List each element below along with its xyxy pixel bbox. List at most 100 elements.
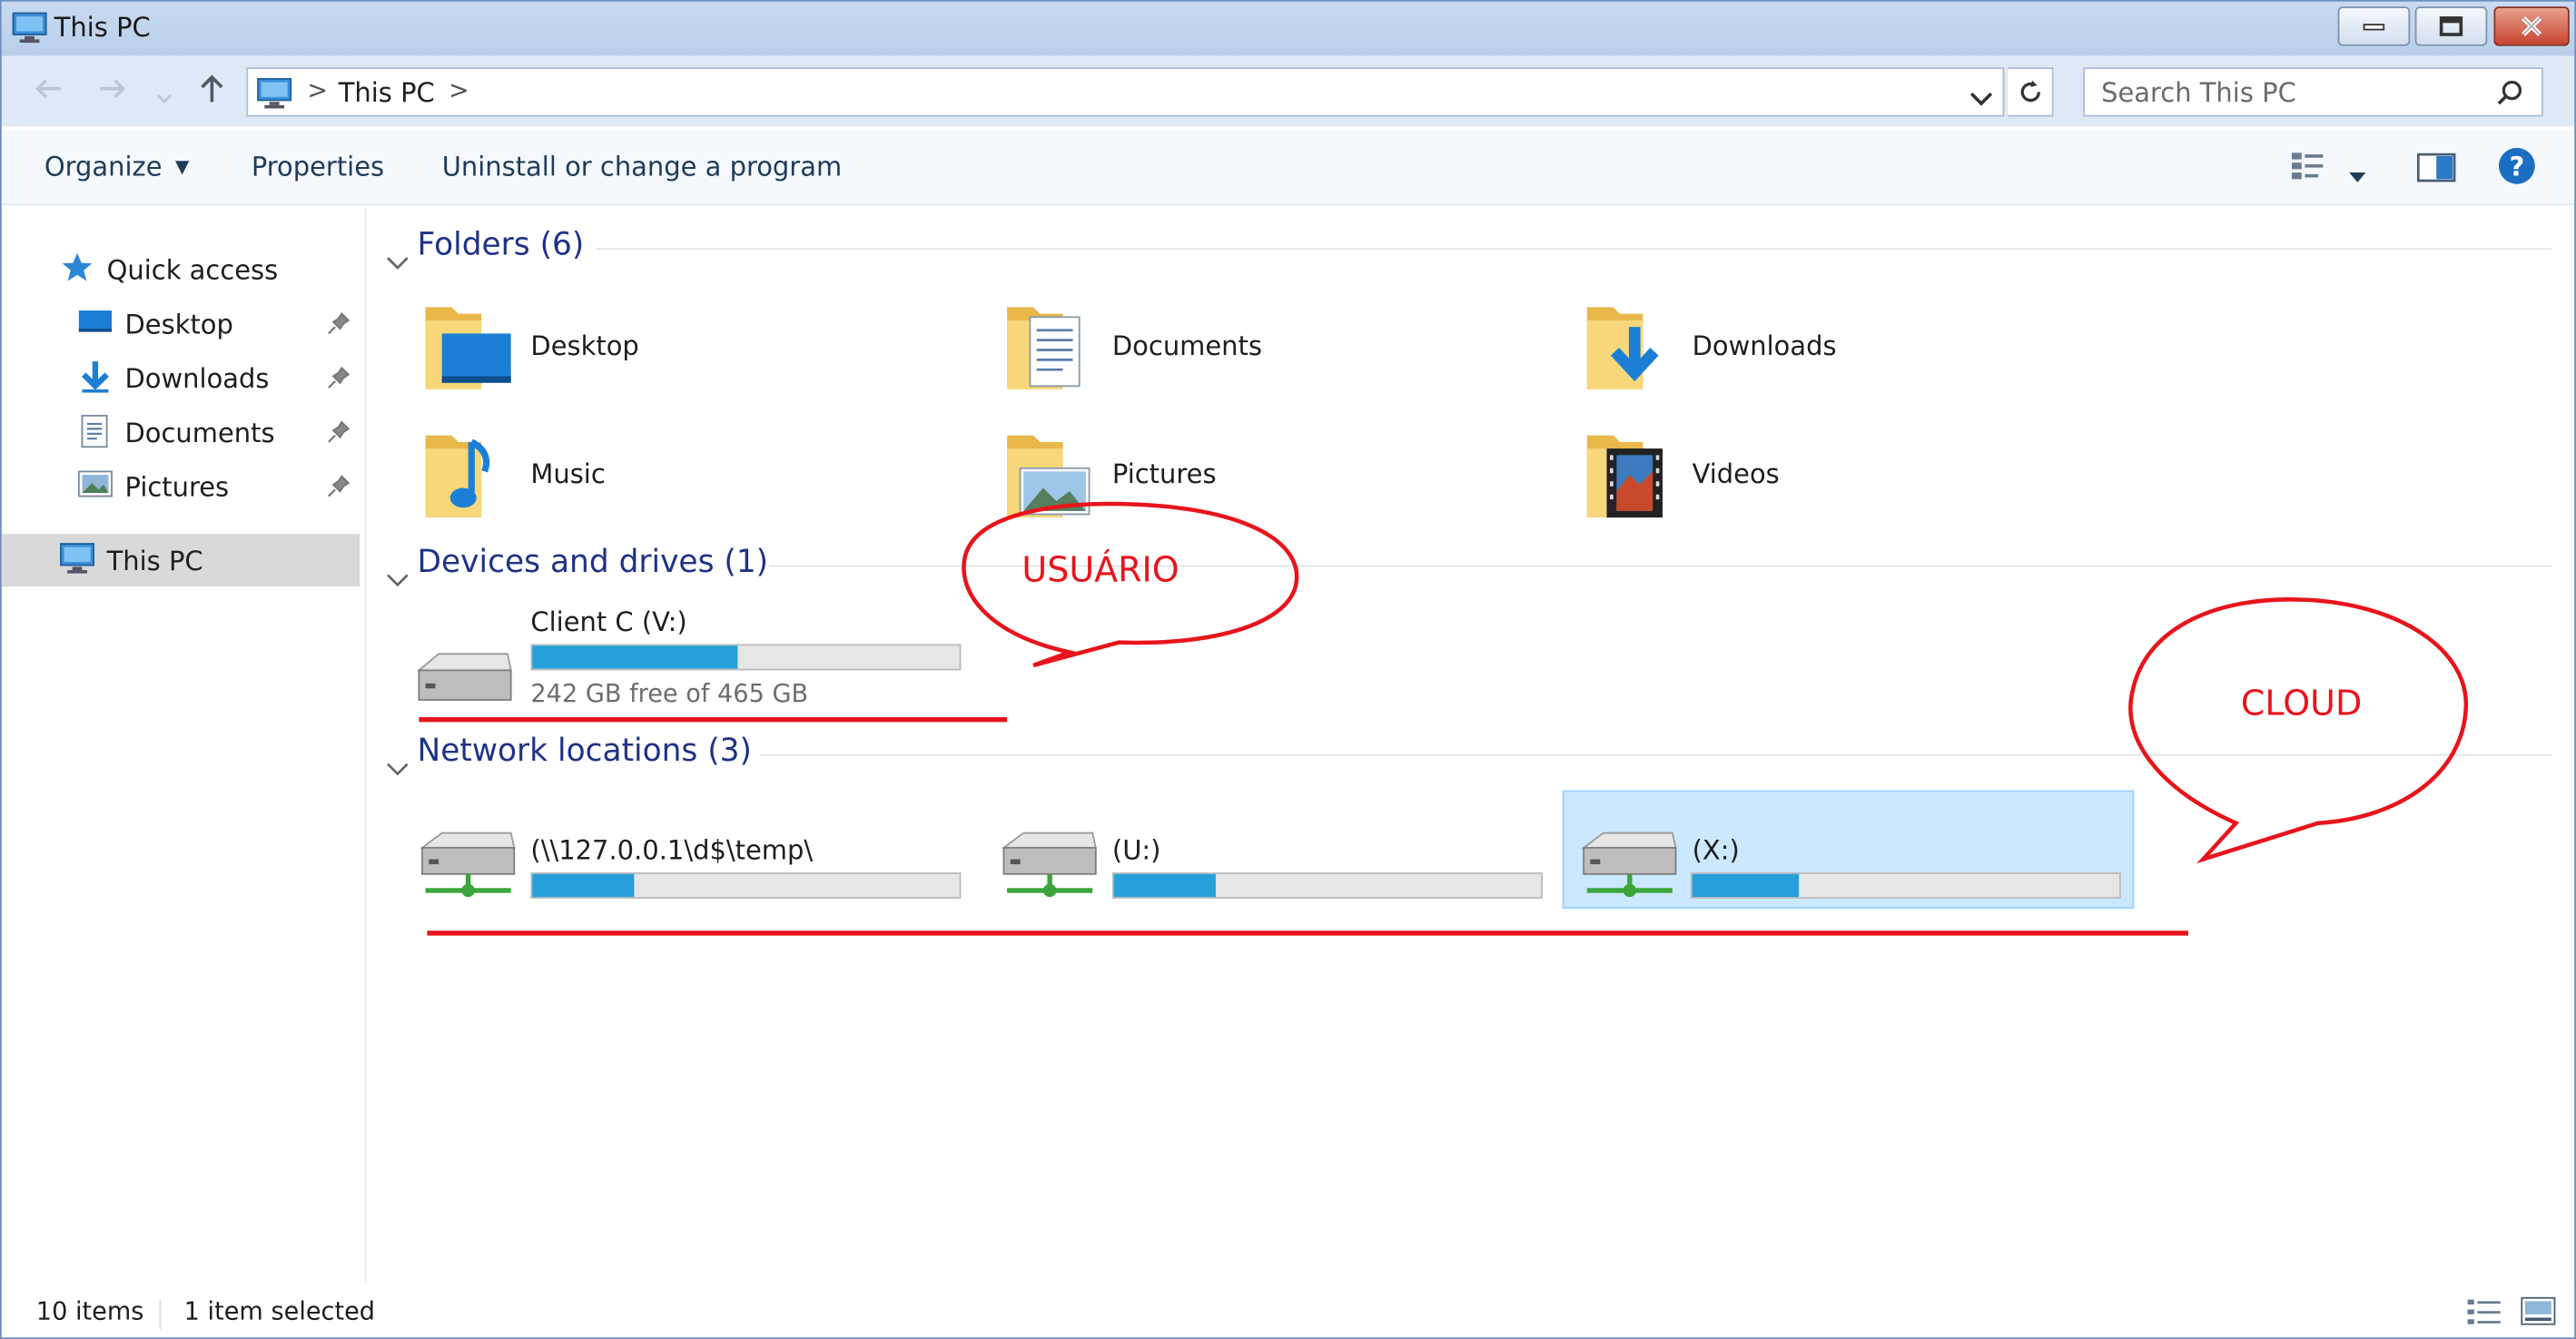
sidebar-item-label: Desktop: [124, 309, 233, 340]
address-bar[interactable]: > This PC >: [246, 67, 2005, 117]
chevron-down-icon: [386, 749, 409, 785]
group-header-folders[interactable]: Folders (6): [366, 227, 2551, 276]
group-header-network[interactable]: Network locations (3): [366, 733, 2551, 782]
search-icon[interactable]: [2495, 79, 2525, 115]
group-divider: [760, 753, 2551, 756]
search-input[interactable]: [2085, 69, 2480, 115]
network-location-u[interactable]: (U:): [948, 792, 1555, 907]
command-bar: Organize ▼ Properties Uninstall or change…: [1, 129, 2575, 206]
chevron-down-icon: [386, 243, 409, 280]
hard-drive-icon: [412, 647, 518, 713]
group-header-devices[interactable]: Devices and drives (1): [366, 544, 2551, 593]
drive-usage-bar: [1111, 872, 1543, 899]
network-location-x[interactable]: (X:): [1562, 790, 2135, 909]
details-view-icon[interactable]: [2466, 1296, 2502, 1333]
folder-label: Documents: [1111, 330, 1262, 362]
breadcrumb-separator[interactable]: >: [449, 75, 469, 105]
sidebar-item-label: Documents: [124, 417, 275, 449]
sidebar-item-downloads[interactable]: Downloads: [2, 351, 360, 404]
forward-arrow-icon[interactable]: [97, 75, 130, 108]
refresh-button[interactable]: [2007, 67, 2054, 117]
back-arrow-icon[interactable]: [31, 75, 64, 108]
sidebar-item-pictures[interactable]: Pictures: [2, 460, 360, 513]
network-location-temp[interactable]: (\\127.0.0.1\d$\temp\: [366, 792, 973, 907]
sidebar-item-quick-access[interactable]: Quick access: [2, 243, 360, 296]
properties-button[interactable]: Properties: [252, 152, 384, 182]
status-bar: 10 items 1 item selected: [1, 1283, 2575, 1338]
folder-label: Music: [530, 458, 606, 490]
drive-label: (X:): [1692, 834, 1740, 866]
folder-item-pictures[interactable]: Pictures: [948, 426, 1490, 537]
selection-count: 1 item selected: [183, 1295, 376, 1326]
minimize-button[interactable]: [2337, 6, 2411, 46]
close-button[interactable]: [2493, 6, 2570, 46]
status-divider: [159, 1299, 162, 1330]
drive-usage-bar: [530, 872, 962, 899]
preview-pane-icon[interactable]: [2416, 153, 2456, 189]
breadcrumb-this-pc[interactable]: This PC: [339, 77, 435, 108]
title-bar: This PC: [1, 1, 2575, 56]
svg-text:?: ?: [2509, 152, 2524, 182]
breadcrumb-separator[interactable]: >: [307, 75, 328, 105]
folder-item-music[interactable]: Music: [366, 426, 908, 537]
maximize-button[interactable]: [2414, 6, 2488, 46]
organize-label: Organize: [44, 151, 163, 182]
folder-label: Pictures: [1111, 458, 1217, 490]
this-pc-icon: [254, 77, 293, 116]
navigation-pane: Quick access Desktop Downloads Documents: [1, 207, 367, 1284]
pin-icon[interactable]: [327, 473, 350, 504]
folder-item-downloads[interactable]: Downloads: [1528, 298, 2070, 409]
desktop-folder-icon: [419, 298, 518, 403]
documents-icon: [81, 414, 111, 457]
downloads-folder-icon: [1581, 298, 1680, 403]
dropdown-caret-icon: ▼: [175, 155, 190, 178]
search-box[interactable]: [2083, 67, 2543, 117]
drive-label: (U:): [1111, 834, 1161, 866]
up-arrow-icon[interactable]: [197, 73, 227, 112]
chevron-down-icon[interactable]: [1969, 82, 1993, 113]
drive-usage-fill: [532, 645, 738, 669]
uninstall-program-button[interactable]: Uninstall or change a program: [442, 152, 842, 182]
folder-item-desktop[interactable]: Desktop: [366, 298, 908, 409]
documents-folder-icon: [1001, 298, 1100, 403]
drive-usage-fill: [532, 873, 636, 898]
sidebar-item-desktop[interactable]: Desktop: [2, 298, 360, 350]
drive-usage-bar: [530, 644, 962, 671]
content-pane: Folders (6) Desktop Documents Downloads: [366, 207, 2574, 1283]
network-drive-icon: [412, 828, 524, 907]
sidebar-item-documents[interactable]: Documents: [2, 406, 360, 458]
pin-icon[interactable]: [327, 365, 350, 396]
network-drive-icon: [994, 828, 1106, 907]
pin-icon[interactable]: [327, 310, 350, 341]
pictures-icon: [77, 468, 114, 507]
drive-usage-bar: [1690, 872, 2121, 899]
folder-label: Downloads: [1692, 330, 1837, 362]
this-pc-icon: [57, 542, 96, 581]
close-icon: [2522, 15, 2542, 36]
minimize-icon: [2363, 24, 2385, 31]
music-folder-icon: [419, 426, 518, 531]
help-icon[interactable]: ?: [2497, 146, 2536, 192]
star-icon: [61, 251, 94, 290]
chevron-down-icon: [386, 560, 409, 596]
videos-folder-icon: [1581, 426, 1680, 531]
folder-item-documents[interactable]: Documents: [948, 298, 1490, 409]
drive-item-client-c[interactable]: Client C (V:) 242 GB free of 465 GB: [366, 601, 973, 716]
annotation-usuario: USUÁRIO: [1022, 550, 1179, 590]
sidebar-item-label: Pictures: [124, 471, 230, 503]
item-count: 10 items: [35, 1295, 144, 1326]
group-header-label: Folders (6): [417, 226, 585, 263]
change-view-icon[interactable]: [2290, 150, 2326, 189]
pictures-folder-icon: [1001, 426, 1100, 531]
folder-item-videos[interactable]: Videos: [1528, 426, 2070, 537]
sidebar-item-this-pc[interactable]: This PC: [1, 534, 360, 587]
folder-label: Videos: [1692, 458, 1780, 490]
recent-chevron-icon[interactable]: [156, 82, 173, 113]
organize-menu[interactable]: Organize ▼: [44, 152, 190, 182]
annotation-cloud: CLOUD: [2240, 683, 2363, 724]
pin-icon[interactable]: [327, 418, 350, 449]
view-options-caret-icon[interactable]: [2347, 160, 2367, 191]
group-divider: [596, 248, 2551, 251]
maximize-icon: [2439, 16, 2463, 36]
large-icons-view-icon[interactable]: [2520, 1296, 2556, 1333]
